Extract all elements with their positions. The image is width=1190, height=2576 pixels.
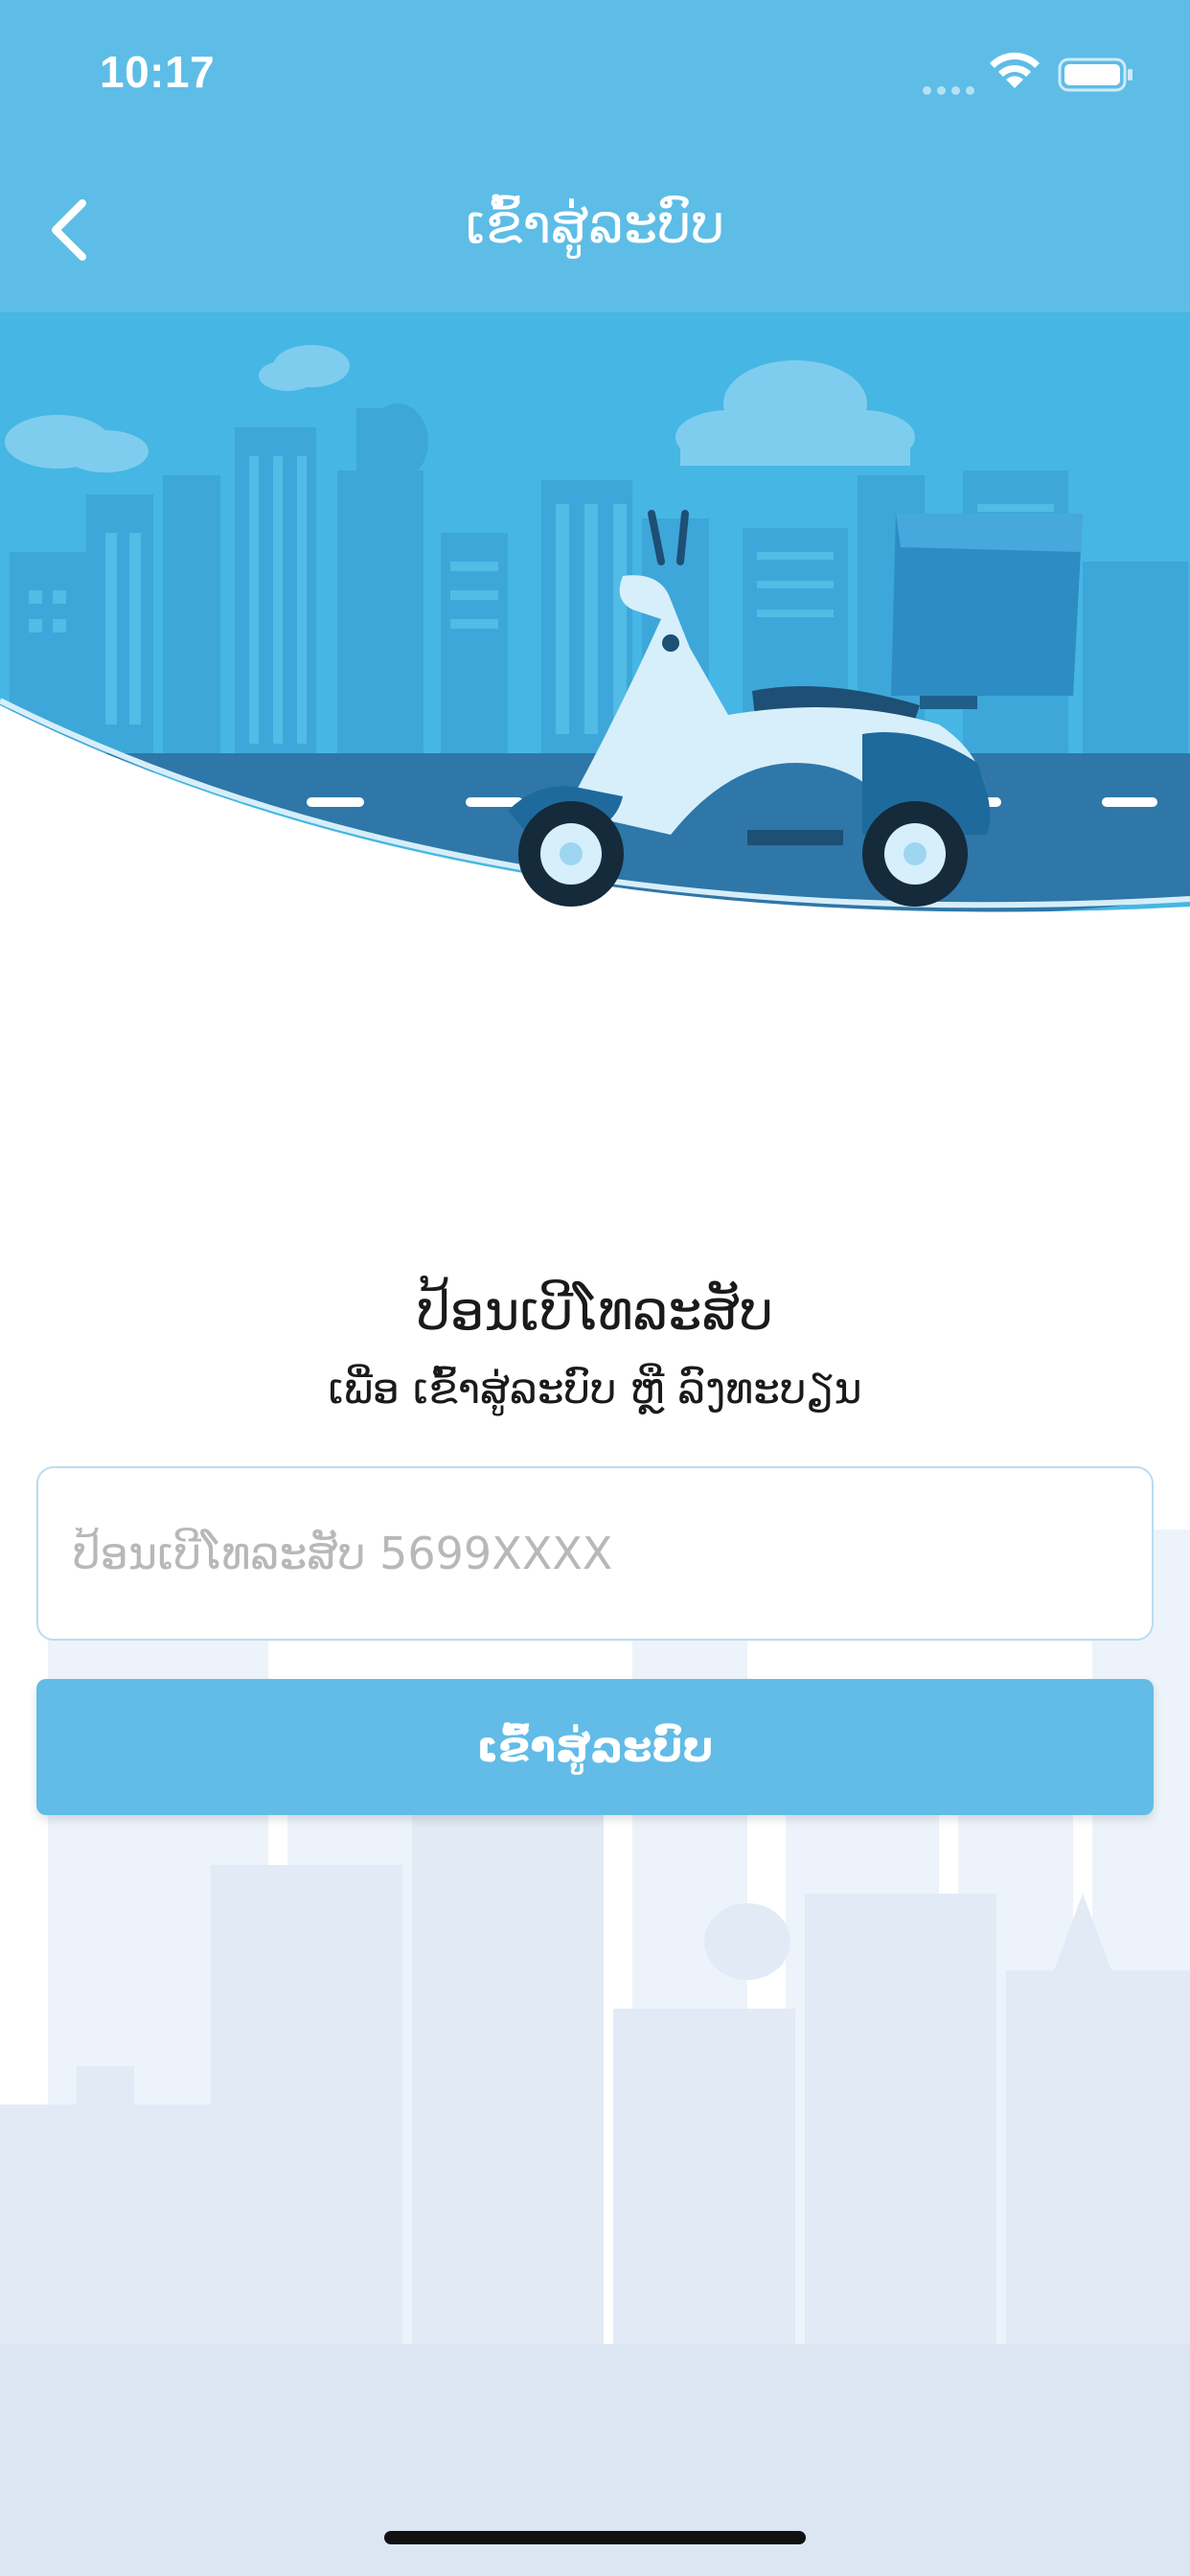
page-title: ເຂົ້າສູ່ລະບົບ bbox=[465, 194, 725, 256]
status-bar: 10:17 bbox=[0, 0, 1190, 144]
home-indicator[interactable] bbox=[384, 2531, 806, 2544]
form-subline: ເພື່ອ ເຂົ້າສູ່ລະບົບ ຫຼື ລົງທະບຽນ bbox=[328, 1365, 862, 1414]
hero-illustration bbox=[0, 312, 1190, 954]
cellular-signal-icon bbox=[923, 80, 980, 99]
form-headline: ປ້ອນເບີໂທລະສັບ bbox=[417, 1280, 773, 1343]
nav-bar: ເຂົ້າສູ່ລະບົບ bbox=[0, 144, 1190, 312]
status-time: 10:17 bbox=[100, 47, 216, 97]
wifi-icon bbox=[990, 52, 1040, 88]
phone-number-input[interactable] bbox=[36, 1466, 1154, 1641]
scooter-city-illustration bbox=[0, 312, 1190, 954]
battery-icon bbox=[1058, 58, 1133, 92]
login-button[interactable]: ເຂົ້າສູ່ລະບົບ bbox=[36, 1679, 1154, 1815]
login-form: ປ້ອນເບີໂທລະສັບ ເພື່ອ ເຂົ້າສູ່ລະບົບ ຫຼື ລ… bbox=[0, 954, 1190, 2576]
